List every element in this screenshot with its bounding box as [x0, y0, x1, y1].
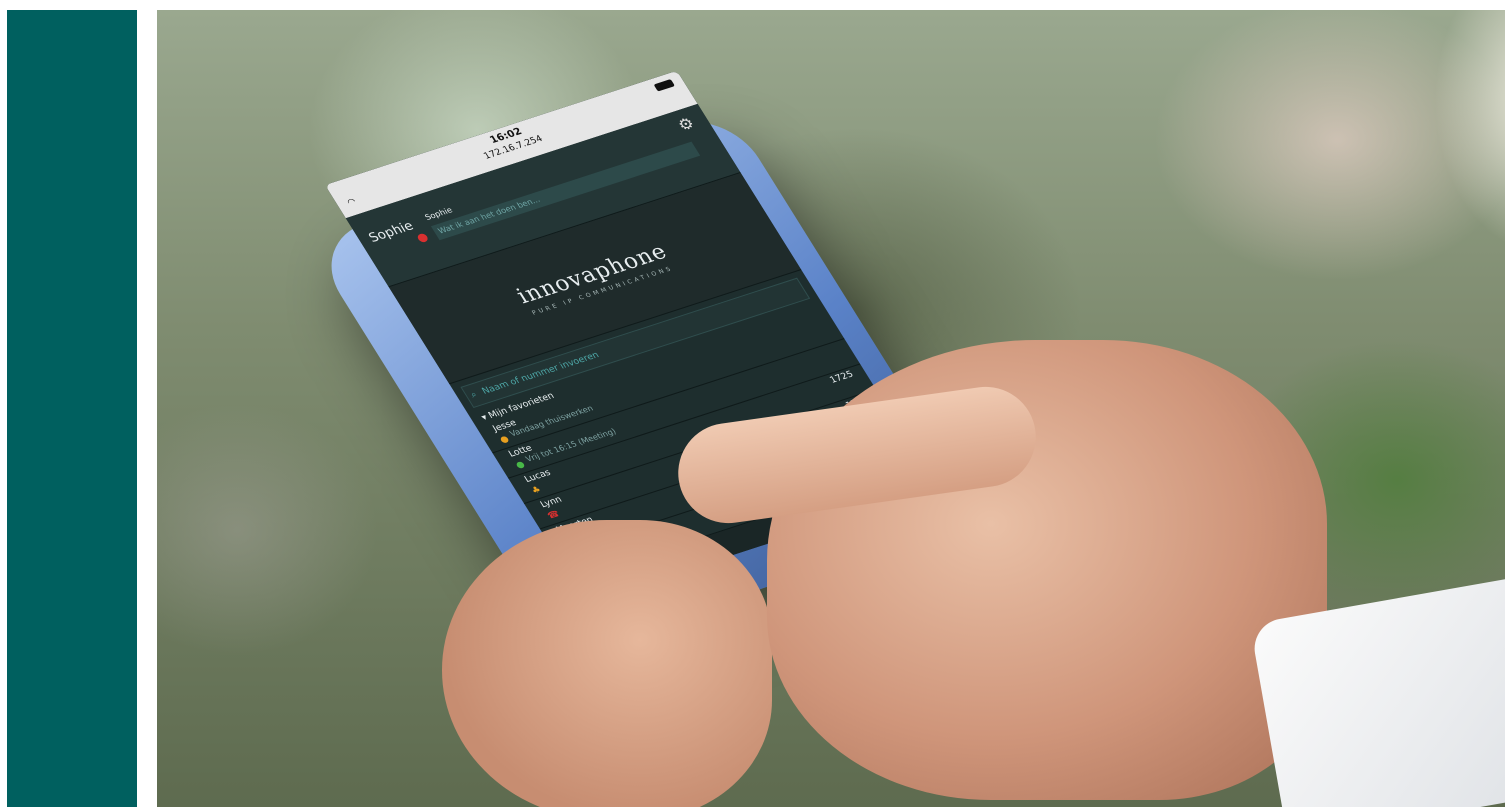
presence-icon[interactable]: [415, 232, 430, 244]
user-name: Sophie: [366, 218, 417, 246]
palm-icon: ♣: [530, 484, 544, 497]
phone-icon: ☎: [545, 509, 562, 522]
gear-icon[interactable]: ⚙: [674, 113, 698, 134]
teal-side-bar: [7, 10, 137, 807]
fingers: [442, 520, 772, 807]
phone-group: ◠ 16:02 172.16.7.254 ⚙ Sophie Sophie Wat…: [157, 10, 1505, 807]
photo: ◠ 16:02 172.16.7.254 ⚙ Sophie Sophie Wat…: [157, 10, 1505, 807]
